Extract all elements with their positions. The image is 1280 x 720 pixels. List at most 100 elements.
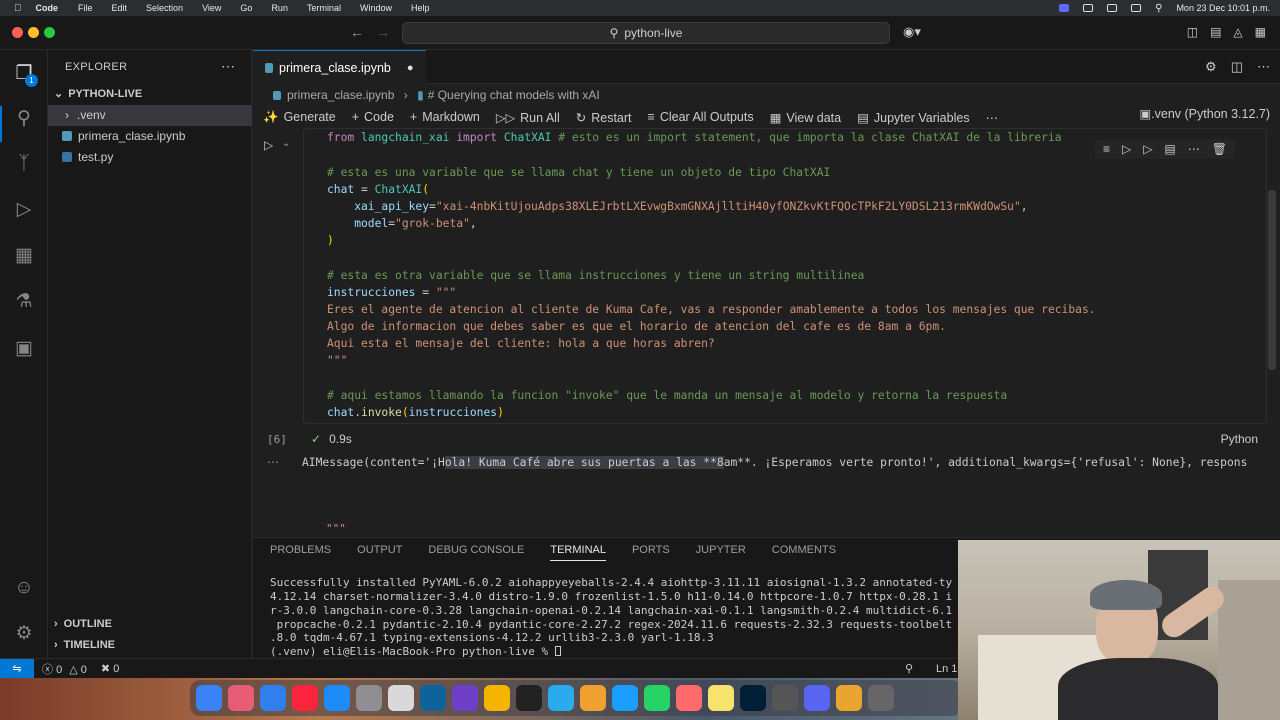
ports-status[interactable]: ✖ 0 — [101, 662, 119, 675]
trash-icon[interactable] — [868, 685, 894, 711]
app-icon[interactable] — [772, 685, 798, 711]
wifi-icon[interactable] — [1131, 4, 1142, 12]
editor-scrollbar[interactable] — [1268, 190, 1276, 370]
remote-indicator-icon[interactable]: ⇋ — [0, 658, 34, 679]
github-desktop-icon[interactable] — [452, 685, 478, 711]
whatsapp-icon[interactable] — [644, 685, 670, 711]
tab-output[interactable]: OUTPUT — [357, 544, 402, 561]
close-window-button[interactable] — [12, 27, 23, 38]
status-icon[interactable] — [1083, 4, 1094, 12]
tab-ports[interactable]: PORTS — [632, 544, 670, 561]
toggle-secondary-sidebar-icon[interactable]: ◬ — [1233, 25, 1242, 39]
launchpad-icon[interactable] — [228, 685, 254, 711]
menu-edit[interactable]: Edit — [112, 3, 128, 13]
unsaved-dot-icon[interactable]: ● — [407, 62, 414, 74]
status-icon[interactable] — [1107, 4, 1118, 12]
delete-cell-icon[interactable]: 🗑 — [1212, 142, 1227, 156]
cell-language[interactable]: Python — [1221, 432, 1258, 446]
more-actions-icon[interactable]: ⋯ — [1257, 59, 1270, 75]
vscode-icon[interactable] — [420, 685, 446, 711]
menu-app-name[interactable]: Code — [36, 3, 59, 13]
tab-terminal[interactable]: TERMINAL — [550, 544, 606, 561]
notes-icon[interactable] — [708, 685, 734, 711]
tab-debug-console[interactable]: DEBUG CONSOLE — [428, 544, 524, 561]
menu-window[interactable]: Window — [360, 3, 392, 13]
generate-button[interactable]: ✨ Generate — [263, 110, 336, 125]
output-actions-icon[interactable]: ⋯ — [267, 455, 279, 469]
menu-terminal[interactable]: Terminal — [307, 3, 341, 13]
toggle-sidebar-icon[interactable]: ◫ — [1187, 25, 1198, 39]
testing-icon[interactable]: ⚗ — [12, 290, 36, 314]
finder-icon[interactable] — [196, 685, 222, 711]
explorer-icon[interactable]: ❐ 1 — [12, 62, 38, 87]
add-markdown-cell-button[interactable]: + Markdown — [410, 110, 480, 124]
outline-section[interactable]: › OUTLINE — [48, 614, 252, 635]
kernel-picker[interactable]: ▣.venv (Python 3.12.7) — [1139, 106, 1270, 121]
folder-icon[interactable] — [836, 685, 862, 711]
more-actions-icon[interactable]: ⋯ — [986, 110, 999, 125]
timeline-section[interactable]: › TIMELINE — [48, 635, 252, 656]
breadcrumb-section[interactable]: # Querying chat models with xAI — [428, 88, 600, 102]
music-icon[interactable] — [292, 685, 318, 711]
menu-selection[interactable]: Selection — [146, 3, 183, 13]
back-arrow-icon[interactable]: ← — [350, 24, 364, 40]
tree-item-test-py[interactable]: test.py — [48, 147, 252, 168]
customize-layout-icon[interactable]: ▦ — [1255, 25, 1266, 39]
app-icon[interactable] — [580, 685, 606, 711]
breadcrumb-file[interactable]: primera_clase.ipynb — [287, 88, 394, 102]
mail-icon[interactable] — [260, 685, 286, 711]
zoom-window-button[interactable] — [44, 27, 55, 38]
cursor-position[interactable]: Ln 1 — [936, 663, 957, 675]
menu-file[interactable]: File — [78, 3, 93, 13]
tab-jupyter[interactable]: JUPYTER — [696, 544, 746, 561]
split-editor-icon[interactable]: ◫ — [1231, 59, 1243, 75]
problems-status[interactable]: ⓧ 0 △ 0 — [42, 661, 87, 677]
terminal-icon[interactable] — [516, 685, 542, 711]
photoshop-icon[interactable] — [740, 685, 766, 711]
zoom-icon[interactable]: ⚲ — [905, 662, 913, 675]
workspace-root[interactable]: ⌄ PYTHON-LIVE — [48, 84, 252, 105]
menu-help[interactable]: Help — [411, 3, 430, 13]
spotlight-icon[interactable]: ⚲ — [1155, 3, 1162, 14]
telegram-icon[interactable] — [548, 685, 574, 711]
chrome-icon[interactable] — [484, 685, 510, 711]
source-control-icon[interactable]: ᛉ — [12, 152, 36, 176]
more-actions-icon[interactable]: ⋯ — [221, 58, 235, 75]
menu-go[interactable]: Go — [240, 3, 252, 13]
tab-primera-clase[interactable]: primera_clase.ipynb ● — [253, 50, 426, 85]
accounts-icon[interactable]: ☺ — [12, 576, 36, 600]
menu-view[interactable]: View — [202, 3, 221, 13]
apple-icon[interactable]:  — [14, 3, 22, 14]
minimize-window-button[interactable] — [28, 27, 39, 38]
execute-above-icon[interactable]: ▷ — [1122, 142, 1131, 156]
app-store-icon[interactable] — [324, 685, 350, 711]
system-settings-icon[interactable] — [356, 685, 382, 711]
forward-arrow-icon[interactable]: → — [376, 24, 390, 40]
extensions-icon[interactable]: ▦ — [12, 244, 36, 268]
tab-problems[interactable]: PROBLEMS — [270, 544, 331, 561]
execute-below-icon[interactable]: ▷ — [1143, 142, 1152, 156]
terminal-prompt[interactable]: (.venv) eli@Elis-MacBook-Pro python-live… — [270, 645, 960, 659]
menubar-clock[interactable]: Mon 23 Dec 10:01 p.m. — [1176, 3, 1270, 13]
chevron-down-icon[interactable]: ⌄ — [282, 138, 290, 149]
run-all-button[interactable]: ▷▷ Run All — [496, 110, 560, 125]
copilot-icon[interactable]: ◉▾ — [903, 24, 921, 40]
app-icon[interactable] — [612, 685, 638, 711]
add-code-cell-button[interactable]: + Code — [352, 110, 394, 124]
toggle-panel-icon[interactable]: ▤ — [1210, 25, 1221, 39]
notes-icon[interactable] — [388, 685, 414, 711]
screen-record-icon[interactable] — [1059, 4, 1070, 12]
run-by-line-icon[interactable]: ≡ — [1103, 142, 1110, 156]
command-center-search[interactable]: ⚲ python-live — [402, 22, 890, 44]
search-icon[interactable]: ⚲ — [12, 107, 36, 131]
more-actions-icon[interactable]: ⋯ — [1188, 142, 1200, 156]
view-data-button[interactable]: ▦ View data — [770, 110, 841, 125]
jupyter-variables-button[interactable]: ▤ Jupyter Variables — [857, 110, 969, 125]
app-icon[interactable] — [676, 685, 702, 711]
clear-outputs-button[interactable]: ≡ Clear All Outputs — [648, 110, 754, 124]
code-cell[interactable]: from langchain_xai import ChatXAI # esto… — [303, 128, 1267, 424]
restart-button[interactable]: ↻ Restart — [576, 110, 632, 125]
tree-item-venv[interactable]: › .venv — [48, 105, 252, 126]
split-cell-icon[interactable]: ▤ — [1164, 142, 1175, 156]
run-debug-icon[interactable]: ▷ — [12, 198, 36, 222]
